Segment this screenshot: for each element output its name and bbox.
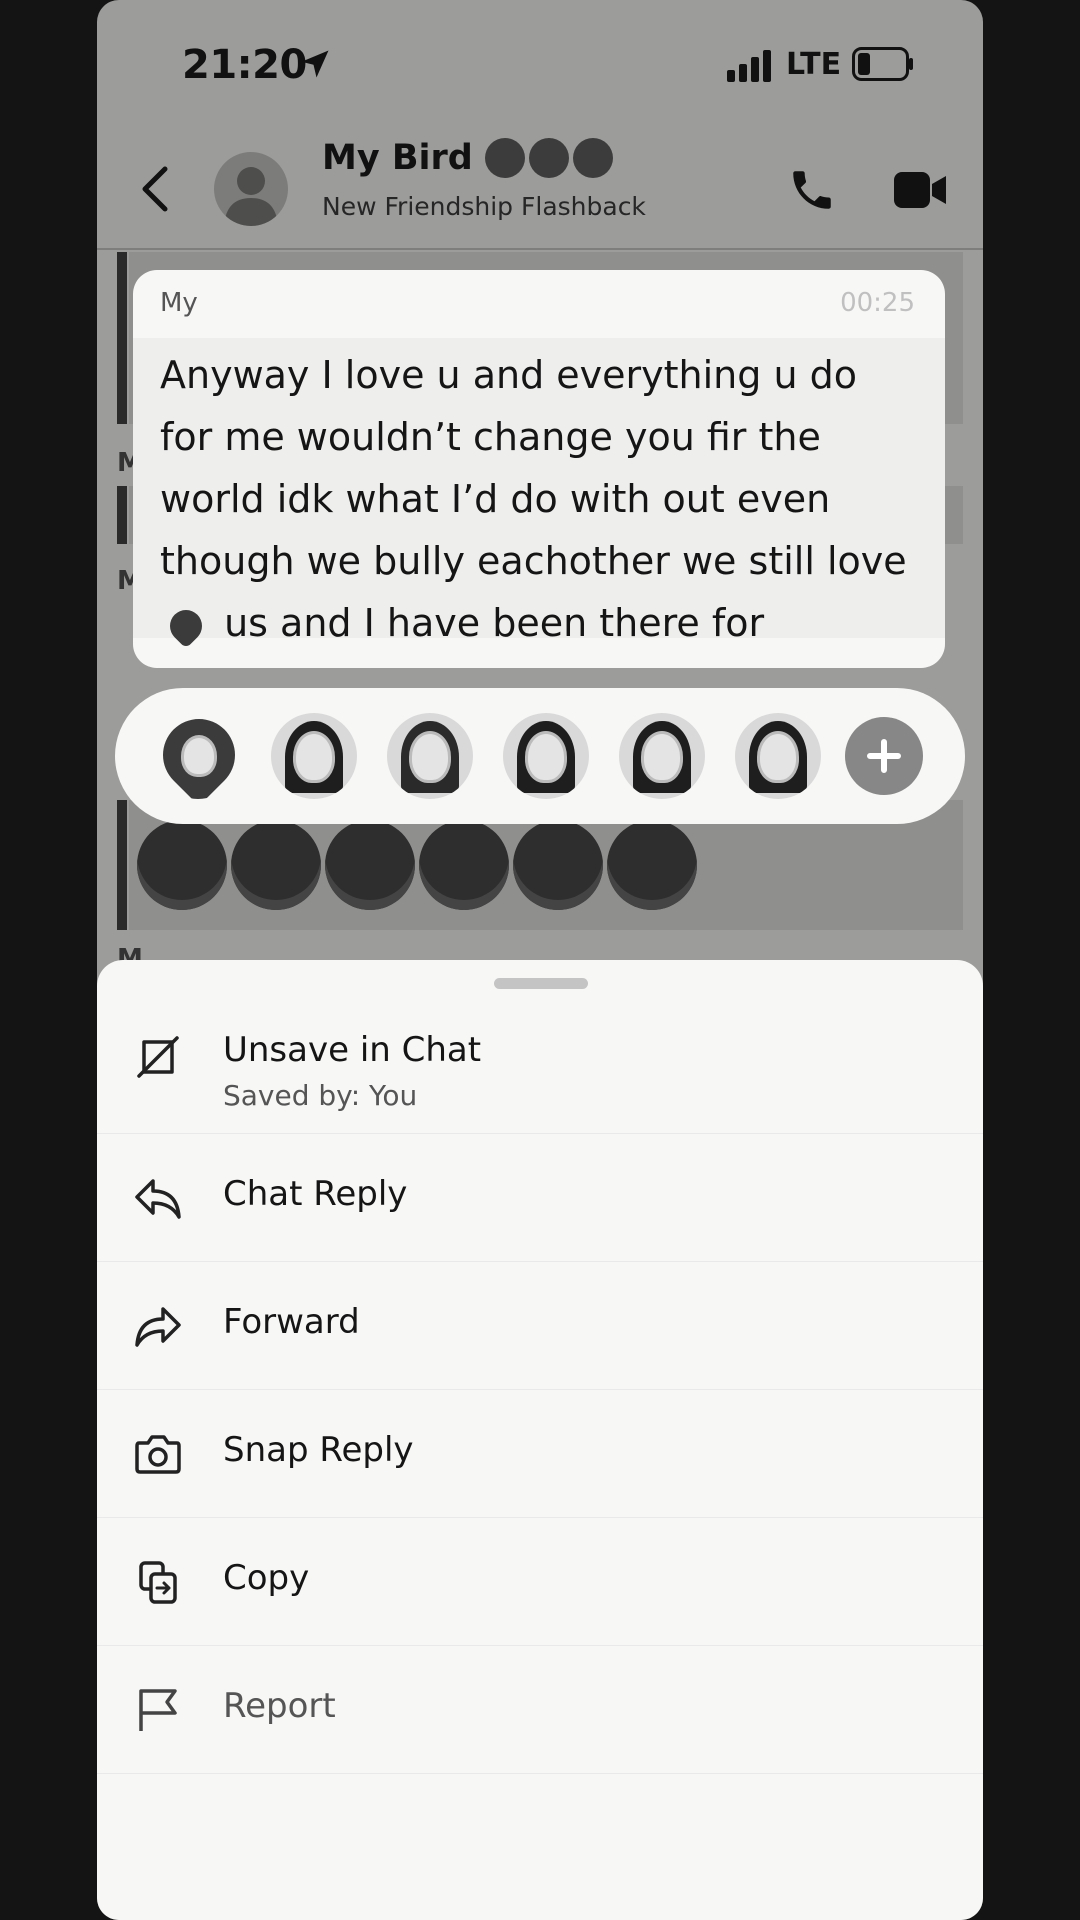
phone-call-icon[interactable] — [787, 165, 837, 215]
menu-label: Copy — [223, 1558, 310, 1598]
background-emoji-row — [137, 820, 697, 910]
emoji-icon — [484, 138, 525, 178]
phone-screen: 21:20 LTE My Bird New Friendship Flashba… — [97, 0, 983, 1920]
message-sender: My — [160, 288, 198, 318]
chat-title-text: My Bird — [322, 138, 473, 178]
menu-item-copy[interactable]: Copy — [97, 1518, 983, 1646]
signal-icon — [727, 50, 771, 82]
title-emojis — [484, 138, 613, 178]
message-body: Anyway I love u and everything u do for … — [133, 338, 945, 649]
message-text-part: us and I have been there for — [224, 601, 765, 645]
header-divider — [97, 248, 983, 250]
rofl-emoji-icon — [231, 820, 321, 910]
copy-icon — [139, 1561, 177, 1604]
heart-emoji-icon — [163, 602, 209, 649]
menu-label: Snap Reply — [223, 1430, 414, 1470]
chat-stripe — [117, 800, 127, 930]
heart-bitmoji-icon[interactable] — [155, 713, 241, 799]
menu-item-unsave[interactable]: Unsave in Chat Saved by: You — [97, 984, 983, 1134]
chat-stripe — [117, 252, 127, 424]
menu-label: Forward — [223, 1302, 360, 1342]
unsave-icon — [137, 1036, 179, 1078]
reply-arrow-icon — [135, 1179, 181, 1219]
battery-icon — [852, 47, 913, 81]
reaction-bar — [115, 688, 965, 824]
video-call-icon[interactable] — [892, 168, 948, 212]
focused-message-card[interactable]: My 00:25 Anyway I love u and everything … — [133, 270, 945, 668]
rofl-emoji-icon — [513, 820, 603, 910]
message-time: 00:25 — [840, 288, 915, 318]
message-text: Anyway I love u and everything u do for … — [160, 344, 918, 654]
rofl-emoji-icon — [419, 820, 509, 910]
menu-item-forward[interactable]: Forward — [97, 1262, 983, 1390]
sad-bitmoji-icon[interactable] — [735, 713, 821, 799]
menu-label: Chat Reply — [223, 1174, 408, 1214]
rofl-emoji-icon — [137, 820, 227, 910]
location-arrow-icon — [301, 50, 329, 78]
plus-icon — [867, 739, 901, 773]
thumbs-down-bitmoji-icon[interactable] — [619, 713, 705, 799]
add-reaction-button[interactable] — [845, 717, 923, 795]
status-time: 21:20 — [182, 42, 307, 88]
chat-title[interactable]: My Bird — [322, 138, 613, 178]
avatar-silhouette-icon — [224, 167, 278, 226]
chat-stripe — [117, 486, 127, 544]
fire-bitmoji-icon[interactable] — [387, 713, 473, 799]
menu-item-report[interactable]: Report — [97, 1646, 983, 1774]
menu-item-snap-reply[interactable]: Snap Reply — [97, 1390, 983, 1518]
network-type: LTE — [786, 47, 842, 82]
thumbs-up-bitmoji-icon[interactable] — [503, 713, 589, 799]
laugh-cry-bitmoji-icon[interactable] — [271, 713, 357, 799]
emoji-icon — [572, 138, 613, 178]
back-chevron-icon[interactable] — [137, 165, 171, 213]
avatar[interactable] — [214, 152, 288, 226]
camera-icon — [135, 1435, 181, 1474]
flag-icon — [139, 1689, 177, 1731]
menu-label: Unsave in Chat — [223, 1030, 482, 1070]
menu-sublabel: Saved by: You — [223, 1079, 418, 1112]
forward-arrow-icon — [135, 1307, 181, 1347]
laughing-emoji-icon — [607, 820, 697, 910]
menu-item-chat-reply[interactable]: Chat Reply — [97, 1134, 983, 1262]
rofl-emoji-icon — [325, 820, 415, 910]
message-text-part: Anyway I love u and everything u do for … — [160, 353, 907, 583]
chat-subtitle: New Friendship Flashback — [322, 192, 646, 221]
action-sheet: Unsave in Chat Saved by: You Chat Reply … — [97, 960, 983, 1920]
menu-label: Report — [223, 1686, 336, 1726]
emoji-icon — [528, 138, 569, 178]
